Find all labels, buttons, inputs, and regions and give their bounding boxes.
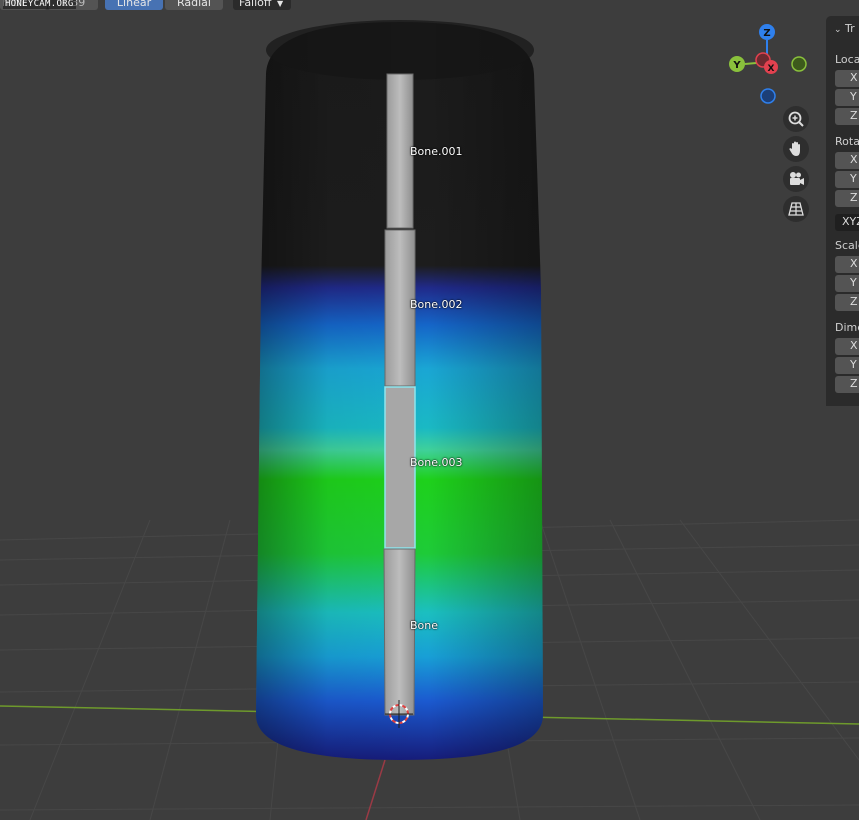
scene-canvas[interactable]: Z Y X: [0, 0, 859, 820]
location-x-field[interactable]: X: [835, 70, 859, 87]
camera-icon: [790, 172, 804, 185]
rotation-z-field[interactable]: Z: [835, 190, 859, 207]
watermark: HONEYCAM.ORG: [3, 0, 76, 9]
svg-text:Y: Y: [732, 60, 741, 71]
falloff-dropdown[interactable]: Falloff ▼: [233, 0, 291, 10]
3d-viewport[interactable]: Z Y X mth 1.39 Linear Radial Falloff ▼ H…: [0, 0, 859, 820]
transform-panel-title: Tr: [845, 22, 855, 35]
svg-text:Z: Z: [763, 28, 770, 39]
bone-shape-root: [383, 548, 416, 716]
axis-label: X: [850, 71, 858, 84]
chevron-down-icon: ⌄: [834, 25, 842, 35]
bone-label-root: Bone: [410, 619, 439, 632]
axis-label: Z: [850, 295, 858, 308]
pan-button[interactable]: [783, 136, 809, 162]
dimensions-y-field[interactable]: Y: [835, 357, 859, 374]
location-z-field[interactable]: Z: [835, 108, 859, 125]
falloff-label: Falloff: [239, 0, 272, 9]
axis-label: Y: [850, 358, 857, 371]
dimensions-x-field[interactable]: X: [835, 338, 859, 355]
location-y-field[interactable]: Y: [835, 89, 859, 106]
gizmo-z-negative: [760, 88, 776, 104]
scale-label: Scale: [835, 239, 859, 252]
falloff-linear-button[interactable]: Linear: [105, 0, 163, 10]
zoom-button[interactable]: [783, 106, 809, 132]
rotation-label: Rota: [835, 135, 859, 148]
axis-label: Y: [850, 172, 857, 185]
svg-text:X: X: [768, 64, 775, 74]
transform-panel-header[interactable]: ⌄ Tr: [834, 22, 855, 35]
chevron-down-icon: ▼: [276, 0, 284, 8]
y-axis-line: [365, 759, 386, 820]
scale-x-field[interactable]: X: [835, 256, 859, 273]
axis-label: Z: [850, 191, 858, 204]
scale-y-field[interactable]: Y: [835, 275, 859, 292]
dimensions-label: Dime: [835, 321, 859, 334]
camera-view-button[interactable]: [783, 166, 809, 192]
axis-label: X: [850, 257, 858, 270]
axis-label: Y: [850, 276, 857, 289]
navigation-gizmo[interactable]: Z Y X: [729, 24, 807, 104]
bone-label-003: Bone.003: [410, 456, 463, 469]
scale-z-field[interactable]: Z: [835, 294, 859, 311]
axis-label: X: [850, 339, 858, 352]
rotation-mode-value: XYZ: [842, 215, 859, 228]
location-label: Loca: [835, 53, 859, 66]
bone-label-001: Bone.001: [410, 145, 463, 158]
axis-label: Y: [850, 90, 857, 103]
rotation-x-field[interactable]: X: [835, 152, 859, 169]
grid-perspective-icon: [788, 202, 804, 216]
rotation-mode-dropdown[interactable]: XYZ: [835, 214, 859, 231]
axis-label: Z: [850, 377, 858, 390]
axis-label: X: [850, 153, 858, 166]
zoom-icon: [788, 111, 804, 127]
perspective-toggle-button[interactable]: [783, 196, 809, 222]
rotation-y-field[interactable]: Y: [835, 171, 859, 188]
hand-pan-icon: [789, 141, 800, 156]
falloff-radial-button[interactable]: Radial: [165, 0, 223, 10]
axis-label: Z: [850, 109, 858, 122]
gizmo-y-negative: [791, 56, 807, 72]
bone-label-002: Bone.002: [410, 298, 463, 311]
dimensions-z-field[interactable]: Z: [835, 376, 859, 393]
